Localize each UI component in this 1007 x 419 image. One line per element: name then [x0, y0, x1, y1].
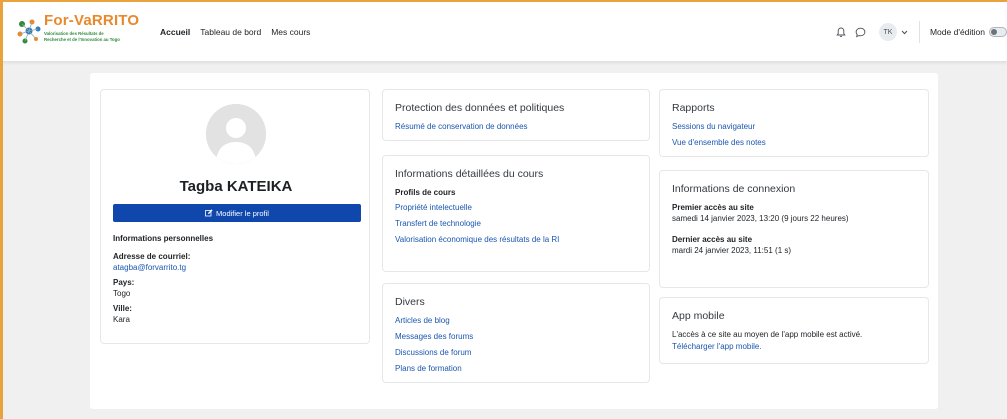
course-details-title: Informations détaillées du cours: [395, 168, 544, 180]
misc-link-learning-plans[interactable]: Plans de formation: [395, 364, 637, 373]
email-field: Adresse de courriel: atagba@forvarrito.t…: [113, 252, 363, 272]
first-access-value: samedi 14 janvier 2023, 13:20 (9 jours 2…: [672, 214, 849, 223]
last-access: Dernier accès au site mardi 24 janvier 2…: [672, 235, 916, 255]
misc-card: Divers Articles de blog Messages des for…: [382, 283, 650, 383]
bell-icon[interactable]: [833, 24, 849, 40]
last-access-label: Dernier accès au site: [672, 235, 753, 244]
country-field: Pays: Togo: [113, 278, 363, 298]
course-link-intellectual-property[interactable]: Propriété intelectuelle: [395, 203, 637, 212]
edit-profile-label: Modifier le profil: [216, 208, 269, 218]
mobile-app-title: App mobile: [672, 310, 725, 322]
logo-mark-icon: [17, 19, 41, 44]
login-info-card: Informations de connexion Premier accès …: [659, 170, 929, 288]
last-access-value: mardi 24 janvier 2023, 11:51 (1 s): [672, 246, 792, 255]
reports-title: Rapports: [672, 102, 715, 114]
misc-link-blog[interactable]: Articles de blog: [395, 316, 637, 325]
site-logo[interactable]: For-VaRRITO Valorisation des Résultats d…: [14, 10, 144, 50]
personal-info-title: Informations personnelles: [113, 234, 214, 243]
profile-card: Tagba KATEIKA Modifier le profil Informa…: [100, 89, 370, 344]
misc-link-forum-posts[interactable]: Messages des forums: [395, 332, 637, 341]
chat-icon[interactable]: [853, 24, 869, 40]
user-nav: TK Mode d'édition: [833, 21, 1007, 43]
course-link-economic-valorisation[interactable]: Valorisation économique des résultats de…: [395, 235, 637, 244]
logo-subtitle: Valorisation des Résultats de Recherche …: [44, 31, 164, 42]
misc-link-forum-discussions[interactable]: Discussions de forum: [395, 348, 637, 357]
chevron-down-icon[interactable]: [901, 28, 909, 36]
logo-title: For-VaRRITO: [44, 12, 140, 29]
privacy-card: Protection des données et politiques Rés…: [382, 89, 650, 141]
course-details-card: Informations détaillées du cours Profils…: [382, 155, 650, 272]
privacy-title: Protection des données et politiques: [395, 102, 565, 114]
mobile-app-card: App mobile L'accès à ce site au moyen de…: [659, 297, 929, 364]
edit-mode-label: Mode d'édition: [929, 27, 985, 37]
default-avatar-icon: [206, 104, 266, 164]
edit-profile-button[interactable]: Modifier le profil: [113, 204, 361, 222]
city-value: Kara: [113, 315, 130, 324]
reports-link-sessions[interactable]: Sessions du navigateur: [672, 122, 916, 131]
edit-mode-toggle[interactable]: [989, 27, 1007, 37]
email-link[interactable]: atagba@forvarrito.tg: [113, 263, 363, 272]
login-info-title: Informations de connexion: [672, 183, 796, 195]
email-label: Adresse de courriel:: [113, 252, 191, 261]
nav-link-tableau-de-bord[interactable]: Tableau de bord: [200, 27, 261, 37]
city-label: Ville:: [113, 304, 132, 313]
city-field: Ville: Kara: [113, 304, 363, 324]
mobile-app-download-link[interactable]: Télécharger l'app mobile.: [672, 342, 916, 351]
country-label: Pays:: [113, 278, 135, 287]
logo-subtitle-line2: Recherche et de l'Innovation au Togo: [44, 36, 120, 42]
reports-card: Rapports Sessions du navigateur Vue d'en…: [659, 89, 929, 157]
course-link-technology-transfer[interactable]: Transfert de technologie: [395, 219, 637, 228]
first-access: Premier accès au site samedi 14 janvier …: [672, 203, 916, 223]
profile-page: Tagba KATEIKA Modifier le profil Informa…: [90, 73, 938, 409]
first-access-label: Premier accès au site: [672, 203, 754, 212]
misc-title: Divers: [395, 296, 425, 308]
primary-nav: Accueil Tableau de bord Mes cours: [160, 27, 310, 37]
pencil-icon: [205, 209, 213, 217]
nav-link-mes-cours[interactable]: Mes cours: [271, 27, 310, 37]
personal-info: Informations personnelles Adresse de cou…: [113, 234, 363, 330]
user-avatar[interactable]: TK: [878, 23, 897, 41]
mobile-app-text: L'accès à ce site au moyen de l'app mobi…: [672, 330, 863, 339]
course-profiles-heading: Profils de cours: [395, 188, 456, 197]
reports-link-grades-overview[interactable]: Vue d'ensemble des notes: [672, 138, 916, 147]
country-value: Togo: [113, 289, 131, 298]
profile-name: Tagba KATEIKA: [179, 178, 293, 195]
nav-divider: [918, 21, 920, 43]
data-retention-link[interactable]: Résumé de conservation de données: [395, 122, 637, 131]
top-navbar: For-VaRRITO Valorisation des Résultats d…: [0, 0, 1007, 62]
nav-link-accueil[interactable]: Accueil: [160, 27, 190, 37]
